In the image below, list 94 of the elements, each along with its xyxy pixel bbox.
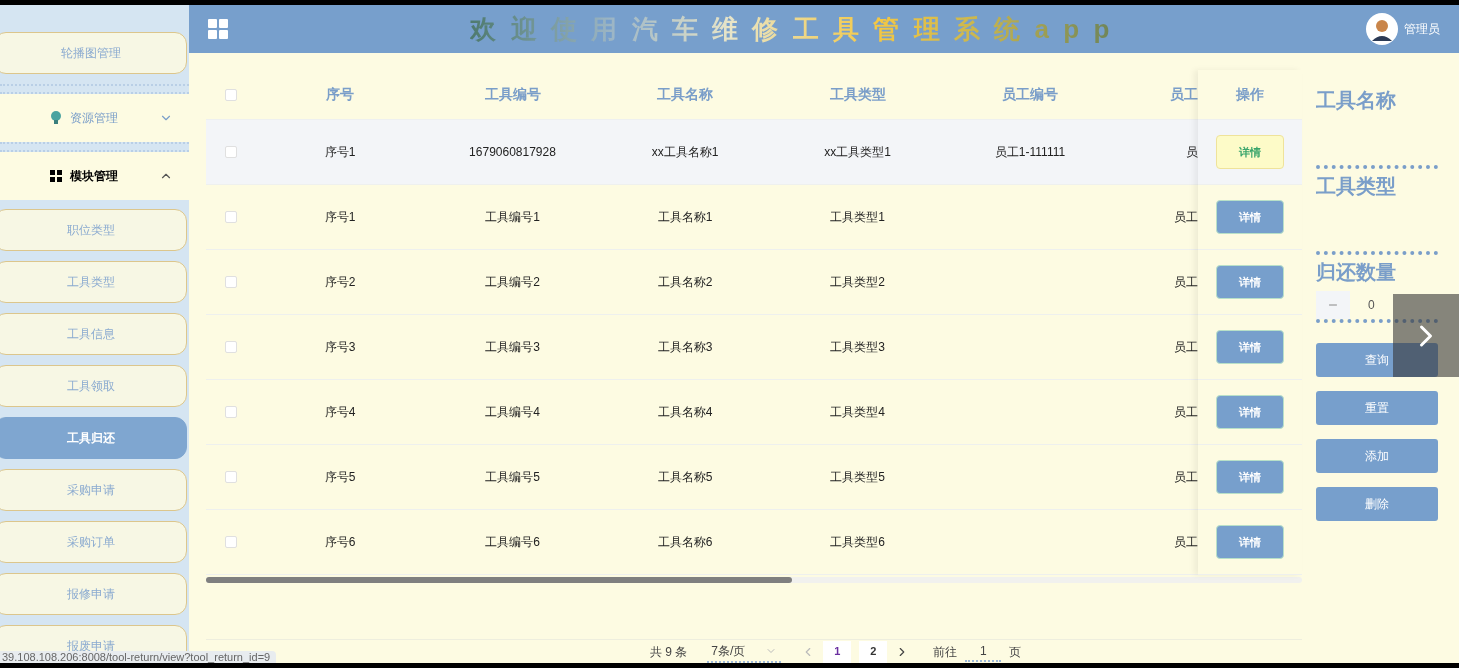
table-cell-text: 员工 [1174,209,1198,226]
field-label: 归还数量 [1316,260,1397,285]
table-cell-text: xx工具名称1 [651,144,719,161]
table-cell-text: 员工 [1174,339,1198,356]
table-cell-text: 员工 [1174,534,1198,551]
number-field[interactable]: 0 [1316,291,1438,323]
details-button[interactable]: 详情 [1216,265,1284,299]
page-number[interactable]: 1 [823,640,852,663]
column-header: 员工编号 [1001,85,1059,104]
table-cell-text: 1679060817928 [469,144,556,161]
page-unit: 页 [1009,643,1022,661]
details-button[interactable]: 详情 [1216,200,1284,234]
form-button[interactable]: 重置 [1316,391,1438,425]
details-button[interactable]: 详情 [1216,395,1284,429]
table-cell-text: 员工 [1174,274,1198,291]
form-button[interactable]: 删除 [1316,487,1438,521]
user-name: 管理员 [1404,21,1440,38]
table-cell-text: 工具类型4 [830,404,885,421]
table-cell-text: 工具类型6 [830,534,885,551]
checkbox[interactable] [224,536,237,548]
table-cell-text: 工具名称6 [657,534,713,551]
table-cell-text: 工具名称2 [657,274,713,291]
sidebar-item[interactable]: 采购订单 [0,521,187,563]
sidebar-item[interactable]: 职位类型 [0,209,187,251]
table-cell-text: 员工1-111111 [994,144,1066,161]
grid-icon [50,170,62,182]
table-cell-text: 员工 [1174,469,1198,486]
checkbox[interactable] [224,276,237,288]
table-cell-text: 工具名称1 [657,209,713,226]
checkbox[interactable] [224,406,237,418]
sidebar-group[interactable]: 资源管理 [0,94,189,142]
details-button[interactable]: 详情 [1216,460,1284,494]
sidebar-item[interactable]: 工具信息 [0,313,187,355]
table-cell-text: 工具编号4 [485,404,540,421]
table-cell-text: 序号5 [324,469,356,486]
field-label: 工具类型 [1316,174,1397,199]
sidebar-item[interactable]: 轮播图管理 [0,32,187,74]
table-cell-text: 工具类型5 [830,469,885,486]
table-cell-text: 员 [1186,144,1198,161]
menu-icon[interactable] [208,19,228,39]
table-cell-text: 工具类型2 [830,274,885,291]
field-label: 工具名称 [1316,88,1397,113]
column-header: 操作 [1236,85,1264,104]
total-count: 共 9 条 [650,643,688,661]
table-cell-text: 工具编号3 [485,339,540,356]
table-cell-text: 工具编号6 [485,534,540,551]
sidebar-group[interactable]: 模块管理 [0,152,189,200]
table-cell-text: 序号1 [324,144,356,161]
checkbox[interactable] [224,88,237,101]
column-header: 工具编号 [483,85,542,104]
decrement-button[interactable] [1316,291,1350,319]
horizontal-scrollbar[interactable] [206,577,1302,583]
goto-field[interactable]: 1 [965,641,1002,662]
sidebar-item[interactable]: 报修申请 [0,573,187,615]
table-cell-text: 序号2 [324,274,356,291]
sidebar-item[interactable]: 工具领取 [0,365,187,407]
table-cell-text: 序号1 [324,209,356,226]
details-button[interactable]: 详情 [1216,135,1284,169]
checkbox[interactable] [224,146,237,158]
sidebar-item[interactable]: 采购申请 [0,469,187,511]
goto-label: 前往 [933,643,958,661]
table-cell-text: 工具编号2 [485,274,540,291]
form-button[interactable]: 添加 [1316,439,1438,473]
details-button[interactable]: 详情 [1216,330,1284,364]
table-cell-text: 工具编号1 [485,209,540,226]
url-tooltip: 39.108.108.206:8008/tool-return/view?tool_return_id=9 [0,651,277,663]
table-cell-text: 工具编号5 [485,469,540,486]
table-cell-text: 工具名称3 [657,339,713,356]
details-button[interactable]: 详情 [1216,525,1284,559]
table-cell-text: 序号6 [324,534,356,551]
form-button[interactable]: 查询 [1316,343,1438,377]
column-header: 工具名称 [656,85,714,104]
scrollbar-thumb[interactable] [206,577,792,583]
page-size-select[interactable]: 7条/页 [707,640,782,663]
sidebar-item[interactable]: 工具归还 [0,417,187,459]
column-header: 序号 [325,85,355,104]
page-number[interactable]: 2 [859,640,888,663]
avatar[interactable] [1366,13,1398,45]
column-header: 员工 [1169,85,1198,104]
table-cell-text: 工具名称5 [657,469,713,486]
table-cell-text: xx工具类型1 [824,144,891,161]
sidebar-item[interactable]: 工具类型 [0,261,187,303]
table-cell-text: 序号3 [324,339,356,356]
checkbox[interactable] [224,341,237,353]
table-cell-text: 员工 [1174,404,1198,421]
table-cell-text: 工具名称4 [657,404,713,421]
checkbox[interactable] [224,211,237,223]
next-arrow-button[interactable] [1393,294,1459,377]
table-cell-text: 序号4 [324,404,356,421]
column-header: 工具类型 [828,85,887,104]
bulb-icon [50,111,62,125]
checkbox[interactable] [224,471,237,483]
table-cell-text: 工具类型3 [830,339,885,356]
table-cell-text: 工具类型1 [830,209,885,226]
